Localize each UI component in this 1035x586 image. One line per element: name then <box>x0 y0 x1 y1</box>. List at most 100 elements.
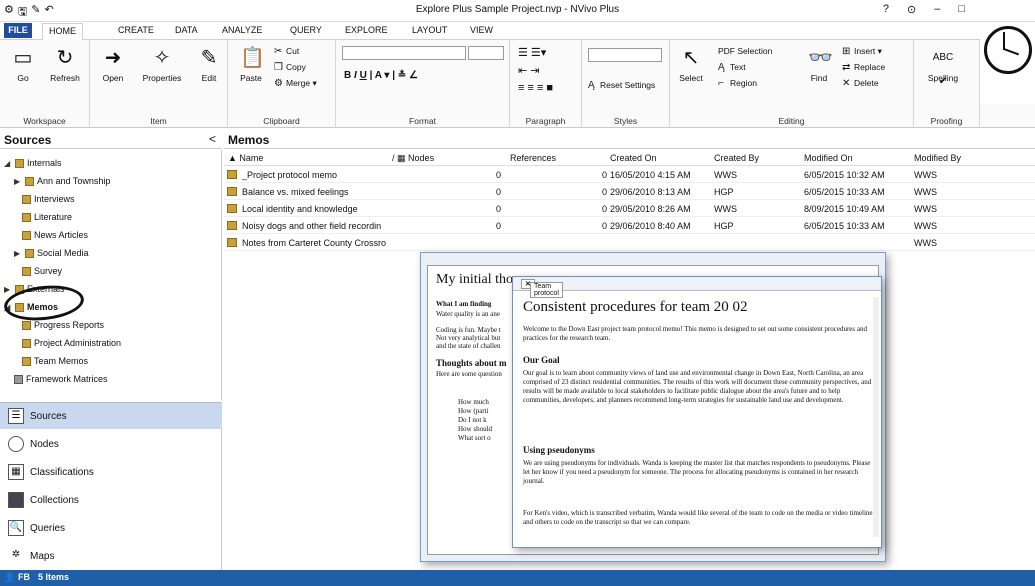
tab-data[interactable]: DATA <box>175 25 198 35</box>
expand-arrow-icon[interactable]: ▶ <box>14 177 22 186</box>
memo-pseudonyms: We are using pseudonyms for individuals.… <box>523 459 871 485</box>
select-button[interactable]: ↖ Select <box>672 46 710 83</box>
table-row[interactable]: Balance vs. mixed feelings 0 0 29/06/2010 8… <box>224 184 1035 200</box>
memo-scrollbar[interactable] <box>873 297 879 537</box>
column-header-modified-by[interactable]: Modified By <box>914 153 961 163</box>
restore-icon[interactable]: ⊙ <box>907 3 916 16</box>
column-header-name[interactable]: ▲ Name <box>228 153 263 163</box>
format-buttons[interactable]: B I U | A ▾ | ≛ ∠ <box>344 70 418 81</box>
status-bar: 👤 FB 5 Items <box>0 570 1035 586</box>
tab-layout[interactable]: LAYOUT <box>412 25 447 35</box>
find-button[interactable]: 👓 Find <box>800 46 838 83</box>
table-row[interactable]: Local identity and knowledge 0 0 29/05/2010… <box>224 201 1035 217</box>
group-label: Clipboard <box>263 116 300 126</box>
column-header-created-on[interactable]: Created On <box>610 153 657 163</box>
tab-explore[interactable]: EXPLORE <box>345 25 388 35</box>
nav-sources[interactable]: ☰ Sources <box>0 403 222 429</box>
tab-analyze[interactable]: ANALYZE <box>222 25 262 35</box>
delete-button[interactable]: ✕ Delete <box>842 78 879 89</box>
tree-item-team-memos[interactable]: Team Memos <box>22 356 88 366</box>
text-button[interactable]: Ą Text <box>718 62 746 73</box>
group-label: Proofing <box>930 116 963 126</box>
column-header-created-by[interactable]: Created By <box>714 153 759 163</box>
go-button[interactable]: ▭ Go <box>4 46 42 83</box>
list-header: Memos <box>224 131 1035 149</box>
replace-button[interactable]: ⇄ Replace <box>842 62 885 73</box>
nav-nodes[interactable]: Nodes <box>0 431 222 457</box>
table-row[interactable]: Noisy dogs and other field recordin 0 0 29/… <box>224 218 1035 234</box>
tree-item-framework-matrices[interactable]: Framework Matrices <box>14 374 108 384</box>
minimize-button[interactable]: – <box>934 3 940 16</box>
indent-buttons[interactable]: ⇤ ⇥ <box>518 64 540 77</box>
help-button[interactable]: ? <box>883 3 889 16</box>
font-name-field[interactable] <box>342 46 466 60</box>
tree-item-internals[interactable]: ◢ Internals <box>4 158 62 168</box>
cell-mby: WWS <box>914 238 937 248</box>
reset-settings-button[interactable]: Ą Reset Settings <box>588 80 655 91</box>
refresh-button[interactable]: ↻ Refresh <box>46 46 84 83</box>
cell-modified: 8/09/2015 10:49 AM <box>804 204 885 214</box>
group-paragraph: ☰ ☰▾ ⇤ ⇥ ≡ ≡ ≡ ■ Paragraph <box>510 40 582 128</box>
collapse-button[interactable]: < <box>209 132 216 146</box>
column-header-references[interactable]: References <box>510 153 556 163</box>
column-headers: ▲ Name / ▦ Nodes References Created On C… <box>224 150 1035 166</box>
column-header-nodes[interactable]: / ▦ Nodes <box>392 153 434 164</box>
tree-item-news-articles[interactable]: News Articles <box>22 230 88 240</box>
open-button[interactable]: ➜ Open <box>94 46 132 83</box>
tab-create[interactable]: CREATE <box>118 25 154 35</box>
memo-tab[interactable]: Team protocol ✕ <box>521 279 563 298</box>
edit-button[interactable]: ✎ Edit <box>190 46 228 83</box>
cell-by: WWS <box>714 170 737 180</box>
table-row[interactable]: Notes from Carteret County Crossro WWS <box>224 235 1035 251</box>
memo-tabbar: Team protocol ✕ <box>513 277 881 298</box>
nodes-icon <box>8 436 24 452</box>
folder-icon <box>22 194 31 204</box>
tree-item-ann-township[interactable]: ▶ Ann and Township <box>14 176 110 186</box>
tab-home[interactable]: HOME <box>42 23 83 41</box>
expand-arrow-icon[interactable]: ▶ <box>4 285 12 294</box>
maximize-button[interactable]: □ <box>958 3 965 16</box>
tab-view[interactable]: VIEW <box>470 25 493 35</box>
spelling-button[interactable]: ABC ✔ Spelling <box>924 46 962 87</box>
tree-item-survey[interactable]: Survey <box>22 266 62 276</box>
list-buttons[interactable]: ☰ ☰▾ <box>518 46 546 59</box>
copy-icon: ❐ <box>274 62 283 73</box>
pdf-selection-button[interactable]: PDF Selection <box>718 46 772 56</box>
nav-label: Classifications <box>30 466 94 478</box>
font-size-field[interactable] <box>468 46 504 60</box>
style-field[interactable] <box>588 48 662 62</box>
align-buttons[interactable]: ≡ ≡ ≡ ■ <box>518 82 553 94</box>
paste-button[interactable]: 📋 Paste <box>232 46 270 83</box>
insert-button[interactable]: ⊞ Insert ▾ <box>842 46 882 57</box>
column-header-modified-on[interactable]: Modified On <box>804 153 853 163</box>
nav-label: Collections <box>30 494 79 506</box>
nav-queries[interactable]: 🔍 Queries <box>0 515 222 541</box>
tree-item-literature[interactable]: Literature <box>22 212 72 222</box>
merge-button[interactable]: ⚙ Merge ▾ <box>274 78 317 89</box>
text-icon: Ą <box>718 62 725 73</box>
edit-label: Edit <box>201 73 217 83</box>
tree-item-project-admin[interactable]: Project Administration <box>22 338 121 348</box>
table-row[interactable]: _Project protocol memo 0 0 16/05/2010 4:15 … <box>224 167 1035 183</box>
nav-maps[interactable]: ✲ Maps <box>0 543 222 569</box>
nav-classifications[interactable]: ▦ Classifications <box>0 459 222 485</box>
nav-collections[interactable]: Collections <box>0 487 222 513</box>
cursor-icon: ↖ <box>682 47 700 69</box>
region-button[interactable]: ⌐ Region <box>718 78 757 89</box>
properties-button[interactable]: ✧ Properties <box>138 46 186 83</box>
memo-window-front[interactable]: Team protocol ✕ Consistent procedures fo… <box>512 276 882 548</box>
tree-item-social-media[interactable]: ▶ Social Media <box>14 248 89 258</box>
tree-item-interviews[interactable]: Interviews <box>22 194 75 204</box>
tab-file[interactable]: FILE <box>4 23 32 38</box>
tab-query[interactable]: QUERY <box>290 25 322 35</box>
text-label: Text <box>730 62 746 72</box>
replace-icon: ⇄ <box>842 62 851 73</box>
tree-label: Survey <box>34 266 63 276</box>
copy-button[interactable]: ❐ Copy <box>274 62 306 73</box>
cut-button[interactable]: ✂ Cut <box>274 46 299 57</box>
expand-arrow-icon[interactable]: ▶ <box>14 249 22 258</box>
memo-icon <box>227 170 237 179</box>
sources-tree: ◢ Internals ▶ Ann and Township Interviews … <box>0 150 222 400</box>
tree-item-progress-reports[interactable]: Progress Reports <box>22 320 104 330</box>
expand-arrow-icon[interactable]: ◢ <box>4 159 12 168</box>
